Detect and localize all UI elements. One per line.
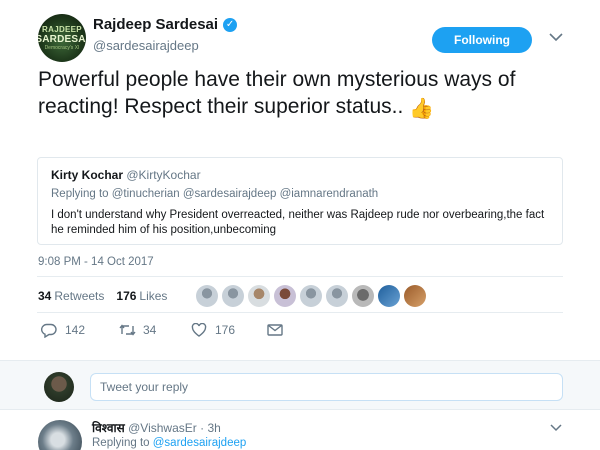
quoted-tweet-card[interactable]: Kirty Kochar @KirtyKochar Replying to @t… [37, 157, 563, 245]
retweet-icon [118, 322, 136, 338]
heart-icon [190, 322, 208, 338]
liker-avatar[interactable] [222, 285, 244, 307]
following-button[interactable]: Following [432, 27, 532, 53]
reply-author-avatar[interactable] [38, 420, 82, 450]
divider [37, 312, 563, 313]
reply-author: विश्वास @VishwasEr · 3h [92, 419, 221, 436]
author-name-row[interactable]: Rajdeep Sardesai ✓ [93, 16, 238, 33]
reply-author-handle[interactable]: @VishwasEr [128, 421, 197, 435]
reply-replying-to: Replying to @sardesairajdeep [92, 437, 247, 449]
liker-avatar[interactable] [300, 285, 322, 307]
thumbs-up-emoji-icon: 👍 [409, 98, 435, 120]
quoted-author: Kirty Kochar @KirtyKochar [51, 168, 201, 182]
quoted-text: I don't understand why President overrea… [51, 209, 545, 236]
liker-avatar[interactable] [378, 285, 400, 307]
quoted-replying-to: Replying to @tinucherian @sardesairajdee… [51, 188, 379, 200]
reply-time[interactable]: · 3h [200, 421, 221, 435]
reply-action[interactable]: 142 [40, 322, 118, 338]
likers-avatars [196, 285, 426, 307]
author-handle[interactable]: @sardesairajdeep [93, 38, 199, 53]
like-action[interactable]: 176 [190, 322, 266, 338]
liker-avatar[interactable] [196, 285, 218, 307]
liker-avatar[interactable] [248, 285, 270, 307]
likes-stat[interactable]: 176 Likes [116, 289, 167, 303]
liker-avatar[interactable] [274, 285, 296, 307]
liker-avatar[interactable] [404, 285, 426, 307]
reply-more-chevron-icon[interactable] [548, 421, 564, 435]
divider [37, 276, 563, 277]
quoted-author-handle: @KirtyKochar [126, 168, 201, 182]
tweet-actions: 142 34 176 [40, 322, 291, 338]
more-options-chevron-icon[interactable] [548, 30, 564, 46]
retweets-stat[interactable]: 34 Retweets [38, 289, 104, 303]
author-name[interactable]: Rajdeep Sardesai [93, 16, 218, 33]
quoted-author-name: Kirty Kochar [51, 168, 124, 182]
reply-icon [40, 322, 58, 338]
direct-message-action[interactable] [266, 322, 291, 338]
author-avatar[interactable]: RAJDEEP SARDESAI Democracy's XI [38, 14, 86, 62]
reply-author-name[interactable]: विश्वास [92, 421, 125, 435]
quoted-replying-handles[interactable]: @tinucherian @sardesairajdeep @iamnarend… [112, 188, 378, 200]
verified-badge-icon: ✓ [223, 17, 238, 32]
current-user-avatar [44, 372, 74, 402]
tweet-stats: 34 Retweets 176 Likes [38, 289, 167, 303]
reply-input[interactable] [90, 373, 563, 401]
tweet-timestamp[interactable]: 9:08 PM - 14 Oct 2017 [38, 256, 154, 268]
liker-avatar[interactable] [326, 285, 348, 307]
envelope-icon [266, 322, 284, 338]
retweet-action[interactable]: 34 [118, 322, 190, 338]
reply-replying-handle[interactable]: @sardesairajdeep [153, 437, 247, 449]
tweet-text: Powerful people have their own mysteriou… [38, 66, 568, 123]
liker-avatar[interactable] [352, 285, 374, 307]
